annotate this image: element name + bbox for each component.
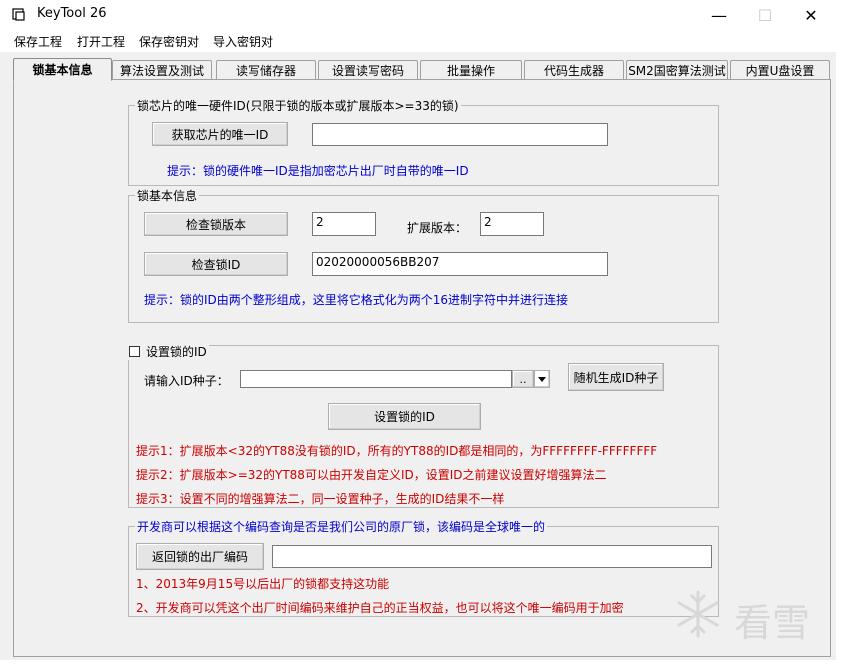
get-chip-uid-button[interactable]: 获取芯片的唯一ID [152, 122, 288, 146]
menu-bar [0, 30, 836, 52]
random-seed-button[interactable]: 随机生成ID种子 [568, 363, 664, 391]
chevron-down-icon [538, 376, 546, 382]
close-button[interactable]: ✕ [788, 0, 834, 30]
group-factory-code-title: 开发商可以根据这个编码查询是否是我们公司的原厂锁，该编码是全球唯一的 [135, 518, 548, 535]
ext-version-field[interactable]: 2 [480, 212, 544, 236]
menu-import-keypair[interactable]: 导入密钥对 [213, 33, 273, 50]
tab-algorithm-settings[interactable]: 算法设置及测试 [112, 60, 212, 79]
tab-sm2-test[interactable]: SM2国密算法测试 [626, 60, 728, 79]
seed-label: 请输入ID种子： [144, 374, 229, 388]
minimize-icon: — [711, 5, 727, 25]
app-icon [12, 8, 25, 21]
seed-dropdown-button[interactable] [534, 370, 550, 388]
set-id-hint-3: 提示3：设置不同的增强算法二，同一设置种子，生成的ID结果不一样 [136, 492, 505, 506]
check-version-button[interactable]: 检查锁版本 [144, 212, 288, 236]
set-id-checkbox-row[interactable]: 设置锁的ID [127, 343, 209, 360]
snowflake-icon [677, 590, 719, 638]
version-field[interactable]: 2 [312, 212, 376, 236]
menu-open-project[interactable]: 打开工程 [77, 33, 125, 50]
tab-read-write-storage[interactable]: 读写储存器 [216, 60, 316, 79]
set-id-hint-2: 提示2：扩展版本>=32的YT88可以由开发自定义ID，设置ID之前建议设置好增… [136, 468, 607, 482]
lock-id-hint: 提示：锁的ID由两个整形组成，这里将它格式化为两个16进制字符中并进行连接 [144, 293, 569, 307]
minimize-button[interactable]: — [696, 0, 742, 30]
seed-browse-button[interactable]: .. [512, 370, 534, 388]
maximize-button: ☐ [742, 0, 788, 30]
group-basic-info-title: 锁基本信息 [135, 187, 200, 204]
window-edge [836, 0, 843, 670]
menu-save-keypair[interactable]: 保存密钥对 [139, 33, 199, 50]
factory-note-1: 1、2013年9月15号以后出厂的锁都支持这功能 [136, 577, 390, 591]
seed-input[interactable] [240, 370, 512, 388]
tab-lock-basic-info[interactable]: 锁基本信息 [13, 58, 112, 81]
uid-hint: 提示：锁的硬件唯一ID是指加密芯片出厂时自带的唯一ID [167, 164, 469, 178]
check-lock-id-button[interactable]: 检查锁ID [144, 252, 288, 276]
menu-save-project[interactable]: 保存工程 [14, 33, 62, 50]
tab-set-password[interactable]: 设置读写密码 [318, 60, 418, 79]
close-icon: ✕ [804, 5, 818, 25]
set-id-checkbox[interactable] [129, 346, 140, 357]
tab-usb-disk-settings[interactable]: 内置U盘设置 [730, 60, 830, 79]
window-bottom [0, 660, 843, 670]
tab-batch-operation[interactable]: 批量操作 [420, 60, 522, 79]
chip-uid-field[interactable] [312, 123, 608, 146]
maximize-icon: ☐ [757, 5, 773, 25]
group-unique-id-title: 锁芯片的唯一硬件ID(只限于锁的版本或扩展版本>=33的锁) [135, 97, 461, 114]
window-title: KeyTool 26 [37, 6, 107, 21]
return-factory-code-button[interactable]: 返回锁的出厂编码 [136, 543, 264, 570]
tab-code-generator[interactable]: 代码生成器 [524, 60, 624, 79]
ext-version-label: 扩展版本： [407, 221, 468, 235]
set-lock-id-button[interactable]: 设置锁的ID [328, 403, 481, 430]
factory-note-2: 2、开发商可以凭这个出厂时间编码来维护自己的正当权益，也可以将这个唯一编码用于加… [136, 601, 624, 615]
set-id-hint-1: 提示1：扩展版本<32的YT88没有锁的ID，所有的YT88的ID都是相同的，为… [136, 444, 658, 458]
factory-code-field[interactable] [272, 545, 712, 568]
lock-id-field[interactable]: 02020000056BB207 [312, 252, 608, 276]
set-id-checkbox-label: 设置锁的ID [146, 345, 207, 359]
watermark-text: 看雪 [734, 601, 811, 645]
